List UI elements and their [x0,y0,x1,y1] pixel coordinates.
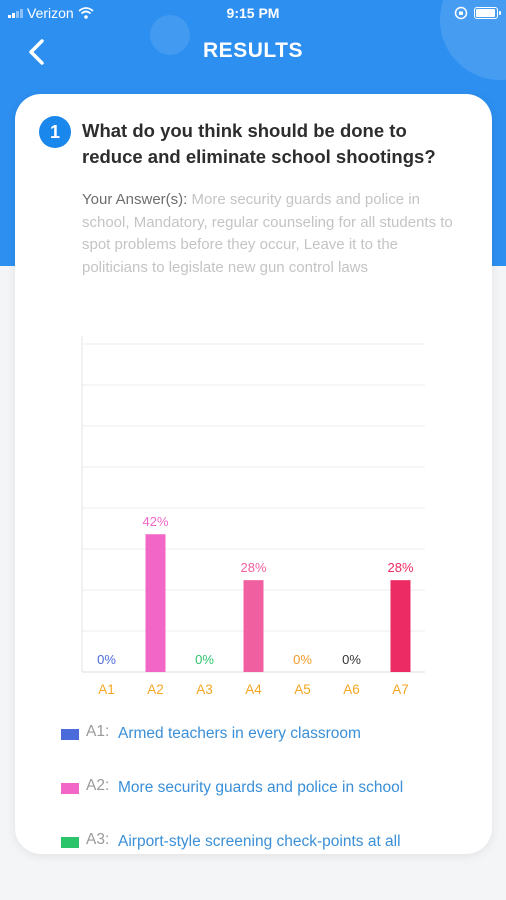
x-tick-a2: A2 [147,682,164,697]
x-tick-a3: A3 [196,682,213,697]
data-label-a6: 0% [342,652,361,667]
bar-a7 [390,580,411,672]
x-tick-a4: A4 [245,682,262,697]
page-title: RESULTS [203,39,303,62]
status-time: 9:15 PM [226,5,280,21]
legend-text: Armed teachers in every classroom [118,725,361,742]
chart-legend: A1: Armed teachers in every classroom A2… [61,723,481,854]
data-label-a1: 0% [97,652,116,667]
battery-icon [474,7,501,19]
legend-swatch [61,783,79,794]
question-card: 1 What do you think should be done to re… [15,94,492,854]
legend-code: A2: [86,777,110,794]
x-tick-a5: A5 [294,682,311,697]
legend-item-a2: A2: More security guards and police in s… [61,777,481,831]
legend-item-a3: A3: Airport-style screening check-points… [61,831,481,854]
bar-a4 [243,580,264,672]
data-label-a5: 0% [293,652,312,667]
legend-item-a1: A1: Armed teachers in every classroom [61,723,481,777]
data-label-a3: 0% [195,652,214,667]
x-tick-a7: A7 [392,682,409,697]
bar-a2 [145,534,166,672]
nav-bar: RESULTS [0,30,506,74]
x-tick-a1: A1 [98,682,115,697]
data-label-a2: 42% [142,514,168,529]
legend-swatch [61,729,79,740]
legend-text: Airport-style screening check-points at … [118,833,401,850]
legend-swatch [61,837,79,848]
status-right [454,6,501,20]
status-bar: Verizon 9:15 PM [0,0,506,28]
data-label-a4: 28% [240,560,266,575]
legend-code: A3: [86,831,110,848]
x-tick-a6: A6 [343,682,360,697]
legend-code: A1: [86,723,110,740]
data-label-a7: 28% [387,560,413,575]
orientation-lock-icon [454,6,468,20]
results-bar-chart: 0% A1 42% A2 0% A3 28% A4 0% A5 0% A6 28% A7 [81,336,425,697]
legend-text: More security guards and police in schoo… [118,779,404,796]
